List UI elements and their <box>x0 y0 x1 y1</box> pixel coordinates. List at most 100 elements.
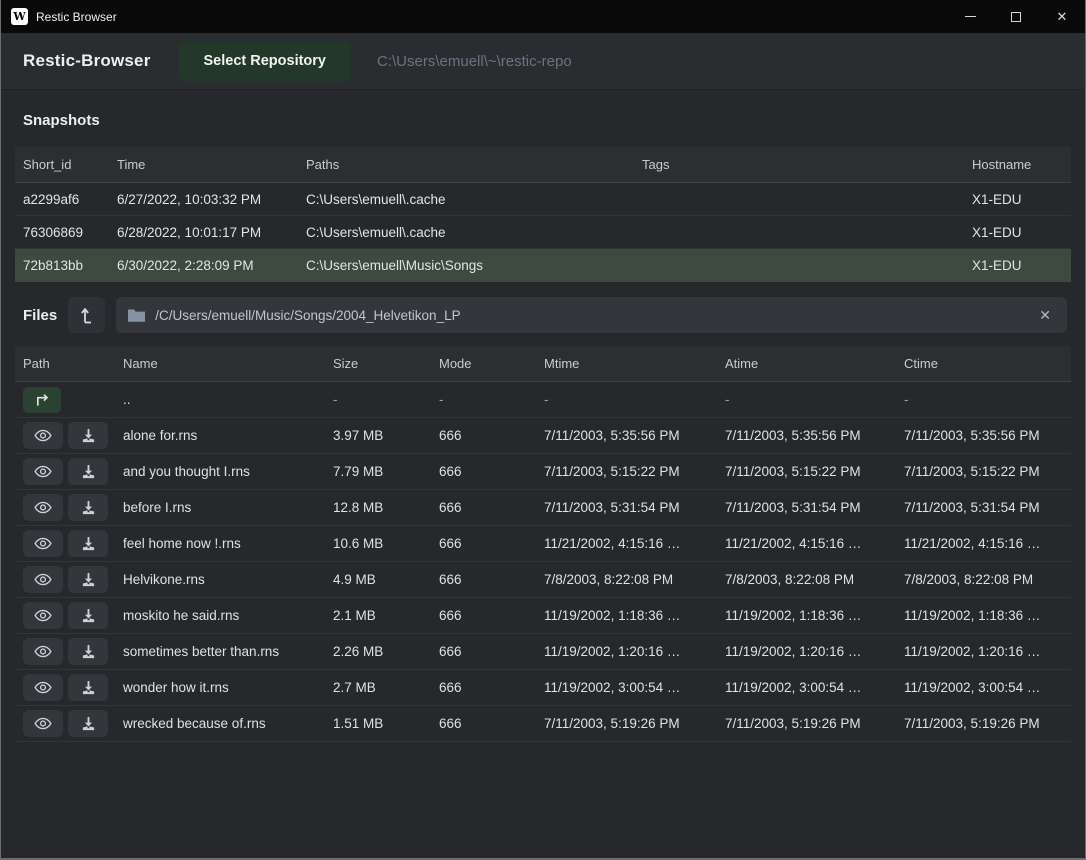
file-size: 10.6 MB <box>325 536 431 551</box>
snapshots-table-header: Short_id Time Paths Tags Hostname <box>15 147 1071 183</box>
column-header-size: Size <box>325 356 431 371</box>
clear-path-button[interactable]: ✕ <box>1035 305 1055 326</box>
download-file-button[interactable] <box>68 710 108 737</box>
minimize-icon <box>965 16 976 17</box>
snapshot-row-selected[interactable]: 72b813bb 6/30/2022, 2:28:09 PM C:\Users\… <box>15 249 1071 282</box>
snapshot-row[interactable]: a2299af6 6/27/2022, 10:03:32 PM C:\Users… <box>15 183 1071 216</box>
file-mtime: 11/19/2002, 1:20:16 … <box>536 644 717 659</box>
file-size: 4.9 MB <box>325 572 431 587</box>
snapshots-table: Short_id Time Paths Tags Hostname a2299a… <box>15 147 1071 282</box>
files-table-header: Path Name Size Mode Mtime Atime Ctime <box>15 346 1071 382</box>
file-row[interactable]: alone for.rns 3.97 MB 666 7/11/2003, 5:3… <box>15 418 1071 454</box>
file-atime: 11/21/2002, 4:15:16 … <box>717 536 896 551</box>
file-atime: 7/11/2003, 5:35:56 PM <box>717 428 896 443</box>
download-icon <box>81 428 96 443</box>
snapshot-hostname: X1-EDU <box>964 258 1071 273</box>
select-repository-button[interactable]: Select Repository <box>179 41 352 81</box>
file-mode: 666 <box>431 464 536 479</box>
download-file-button[interactable] <box>68 494 108 521</box>
folder-icon <box>128 308 145 322</box>
file-size: 7.79 MB <box>325 464 431 479</box>
eye-icon <box>34 609 52 622</box>
repository-path: C:\Users\emuell\~\restic-repo <box>377 53 572 70</box>
parent-directory-row[interactable]: .. - - - - - <box>15 382 1071 418</box>
snapshot-short-id: 76306869 <box>15 225 109 240</box>
preview-file-button[interactable] <box>23 638 63 665</box>
preview-file-button[interactable] <box>23 566 63 593</box>
download-file-button[interactable] <box>68 530 108 557</box>
file-ctime: 11/21/2002, 4:15:16 … <box>896 536 1071 551</box>
file-row[interactable]: Helvikone.rns 4.9 MB 666 7/8/2003, 8:22:… <box>15 562 1071 598</box>
preview-file-button[interactable] <box>23 494 63 521</box>
file-mtime: 7/11/2003, 5:15:22 PM <box>536 464 717 479</box>
file-row[interactable]: wrecked because of.rns 1.51 MB 666 7/11/… <box>15 706 1071 742</box>
restore-up-button[interactable] <box>68 297 105 333</box>
minimize-button[interactable] <box>947 0 993 33</box>
file-row[interactable]: sometimes better than.rns 2.26 MB 666 11… <box>15 634 1071 670</box>
download-file-button[interactable] <box>68 674 108 701</box>
snapshot-time: 6/27/2022, 10:03:32 PM <box>109 192 298 207</box>
file-ctime: 11/19/2002, 1:20:16 … <box>896 644 1071 659</box>
file-atime: 7/11/2003, 5:19:26 PM <box>717 716 896 731</box>
file-mtime: - <box>536 392 717 407</box>
file-row[interactable]: moskito he said.rns 2.1 MB 666 11/19/200… <box>15 598 1071 634</box>
column-header-name: Name <box>115 356 325 371</box>
file-atime: 7/11/2003, 5:15:22 PM <box>717 464 896 479</box>
file-row[interactable]: feel home now !.rns 10.6 MB 666 11/21/20… <box>15 526 1071 562</box>
download-icon <box>81 500 96 515</box>
file-mtime: 11/19/2002, 3:00:54 … <box>536 680 717 695</box>
preview-file-button[interactable] <box>23 422 63 449</box>
file-mode: 666 <box>431 500 536 515</box>
eye-icon <box>34 501 52 514</box>
preview-file-button[interactable] <box>23 602 63 629</box>
file-mode: 666 <box>431 644 536 659</box>
column-header-time: Time <box>109 157 298 172</box>
file-name: sometimes better than.rns <box>115 644 325 659</box>
download-file-button[interactable] <box>68 422 108 449</box>
file-atime: 7/8/2003, 8:22:08 PM <box>717 572 896 587</box>
column-header-mtime: Mtime <box>536 356 717 371</box>
file-row[interactable]: before I.rns 12.8 MB 666 7/11/2003, 5:31… <box>15 490 1071 526</box>
preview-file-button[interactable] <box>23 530 63 557</box>
eye-icon <box>34 573 52 586</box>
files-table: Path Name Size Mode Mtime Atime Ctime ..… <box>15 346 1071 742</box>
snapshot-row[interactable]: 76306869 6/28/2022, 10:01:17 PM C:\Users… <box>15 216 1071 249</box>
snapshot-paths: C:\Users\emuell\.cache <box>298 192 634 207</box>
file-name: and you thought I.rns <box>115 464 325 479</box>
file-row[interactable]: and you thought I.rns 7.79 MB 666 7/11/2… <box>15 454 1071 490</box>
file-atime: 11/19/2002, 1:20:16 … <box>717 644 896 659</box>
file-size: - <box>325 392 431 407</box>
column-header-atime: Atime <box>717 356 896 371</box>
file-row[interactable]: wonder how it.rns 2.7 MB 666 11/19/2002,… <box>15 670 1071 706</box>
file-mtime: 7/8/2003, 8:22:08 PM <box>536 572 717 587</box>
file-mode: 666 <box>431 428 536 443</box>
file-name: wonder how it.rns <box>115 680 325 695</box>
snapshot-time: 6/28/2022, 10:01:17 PM <box>109 225 298 240</box>
up-right-arrow-icon <box>34 393 51 407</box>
download-file-button[interactable] <box>68 602 108 629</box>
preview-file-button[interactable] <box>23 674 63 701</box>
download-icon <box>81 536 96 551</box>
column-header-paths: Paths <box>298 157 634 172</box>
file-mtime: 11/21/2002, 4:15:16 … <box>536 536 717 551</box>
column-header-hostname: Hostname <box>964 157 1071 172</box>
preview-file-button[interactable] <box>23 710 63 737</box>
maximize-button[interactable] <box>993 0 1039 33</box>
download-file-button[interactable] <box>68 458 108 485</box>
preview-file-button[interactable] <box>23 458 63 485</box>
go-parent-button[interactable] <box>23 387 61 413</box>
download-icon <box>81 716 96 731</box>
current-path-bar[interactable]: /C/Users/emuell/Music/Songs/2004_Helveti… <box>116 297 1067 333</box>
download-file-button[interactable] <box>68 638 108 665</box>
file-mode: 666 <box>431 536 536 551</box>
arrow-up-with-base-icon <box>79 306 95 324</box>
file-ctime: 7/11/2003, 5:31:54 PM <box>896 500 1071 515</box>
file-size: 2.26 MB <box>325 644 431 659</box>
app-logo-icon: W <box>11 8 28 25</box>
eye-icon <box>34 717 52 730</box>
download-file-button[interactable] <box>68 566 108 593</box>
file-atime: 11/19/2002, 1:18:36 … <box>717 608 896 623</box>
maximize-icon <box>1011 12 1021 22</box>
download-icon <box>81 644 96 659</box>
close-button[interactable]: ✕ <box>1039 0 1085 33</box>
